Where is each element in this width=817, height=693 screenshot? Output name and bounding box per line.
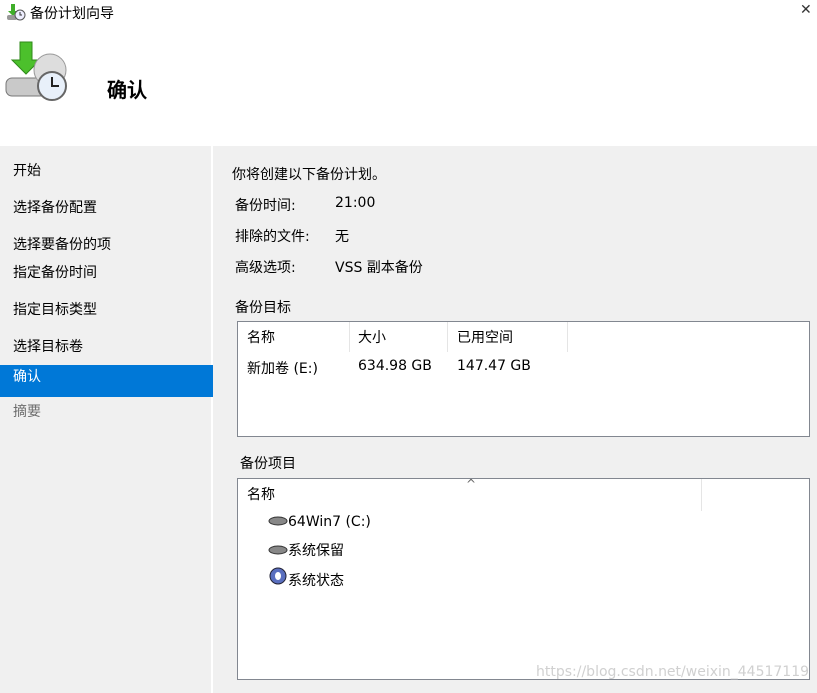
column-header-used[interactable]: 已用空间 <box>448 322 568 352</box>
detail-value-excluded: 无 <box>335 229 349 245</box>
column-header-label: 名称 <box>247 487 275 503</box>
window-title: 备份计划向导 <box>30 6 114 22</box>
item-label: 64Win7 (C:) <box>288 514 371 530</box>
items-list: 名称 ^ 64Win7 (C:) 系统保留 系统状态 <box>237 477 810 680</box>
column-header-name[interactable]: 名称 <box>238 322 350 352</box>
wizard-steps-nav: 开始 选择备份配置 选择要备份的项 指定备份时间 指定目标类型 选择目标卷 确认… <box>0 146 213 693</box>
detail-value-time: 21:00 <box>335 195 376 211</box>
nav-step-confirm[interactable]: 确认 <box>0 365 213 397</box>
nav-step-target-type[interactable]: 指定目标类型 <box>0 295 213 325</box>
system-state-icon <box>268 567 288 589</box>
nav-step-target-volume[interactable]: 选择目标卷 <box>0 332 213 362</box>
wizard-header: 备份计划向导 ✕ 确认 <box>0 0 817 146</box>
nav-step-backup-time[interactable]: 指定备份时间 <box>0 258 213 288</box>
detail-label-excluded: 排除的文件: <box>235 229 310 245</box>
cell-size: 634.98 GB <box>358 358 432 374</box>
nav-step-backup-config[interactable]: 选择备份配置 <box>0 193 213 223</box>
drive-icon <box>268 543 288 559</box>
drive-icon <box>268 514 288 530</box>
page-title: 确认 <box>107 78 147 102</box>
detail-value-advanced: VSS 副本备份 <box>335 260 423 276</box>
target-table: 名称 大小 已用空间 新加卷 (E:) 634.98 GB 147.47 GB <box>237 321 810 437</box>
backup-wizard-icon <box>4 40 70 106</box>
list-item[interactable]: 系统保留 <box>268 540 344 560</box>
watermark: https://blog.csdn.net/weixin_44517119 <box>536 664 810 680</box>
nav-step-select-items[interactable]: 选择要备份的项 <box>0 230 213 260</box>
cell-used: 147.47 GB <box>457 358 531 374</box>
column-header-size[interactable]: 大小 <box>350 322 448 352</box>
sort-ascending-icon: ^ <box>466 477 477 491</box>
nav-step-start[interactable]: 开始 <box>0 156 213 186</box>
list-item[interactable]: 系统状态 <box>268 567 344 590</box>
nav-step-summary: 摘要 <box>13 404 41 420</box>
close-button[interactable]: ✕ <box>800 2 812 18</box>
list-item[interactable]: 64Win7 (C:) <box>268 514 371 530</box>
item-label: 系统保留 <box>288 543 344 559</box>
intro-text: 你将创建以下备份计划。 <box>232 167 386 183</box>
target-heading: 备份目标 <box>235 300 291 316</box>
cell-name: 新加卷 (E:) <box>247 361 318 377</box>
items-heading: 备份项目 <box>240 456 296 472</box>
detail-label-advanced: 高级选项: <box>235 260 296 276</box>
app-icon <box>6 3 26 25</box>
detail-label-time: 备份时间: <box>235 198 296 214</box>
item-label: 系统状态 <box>288 573 344 589</box>
